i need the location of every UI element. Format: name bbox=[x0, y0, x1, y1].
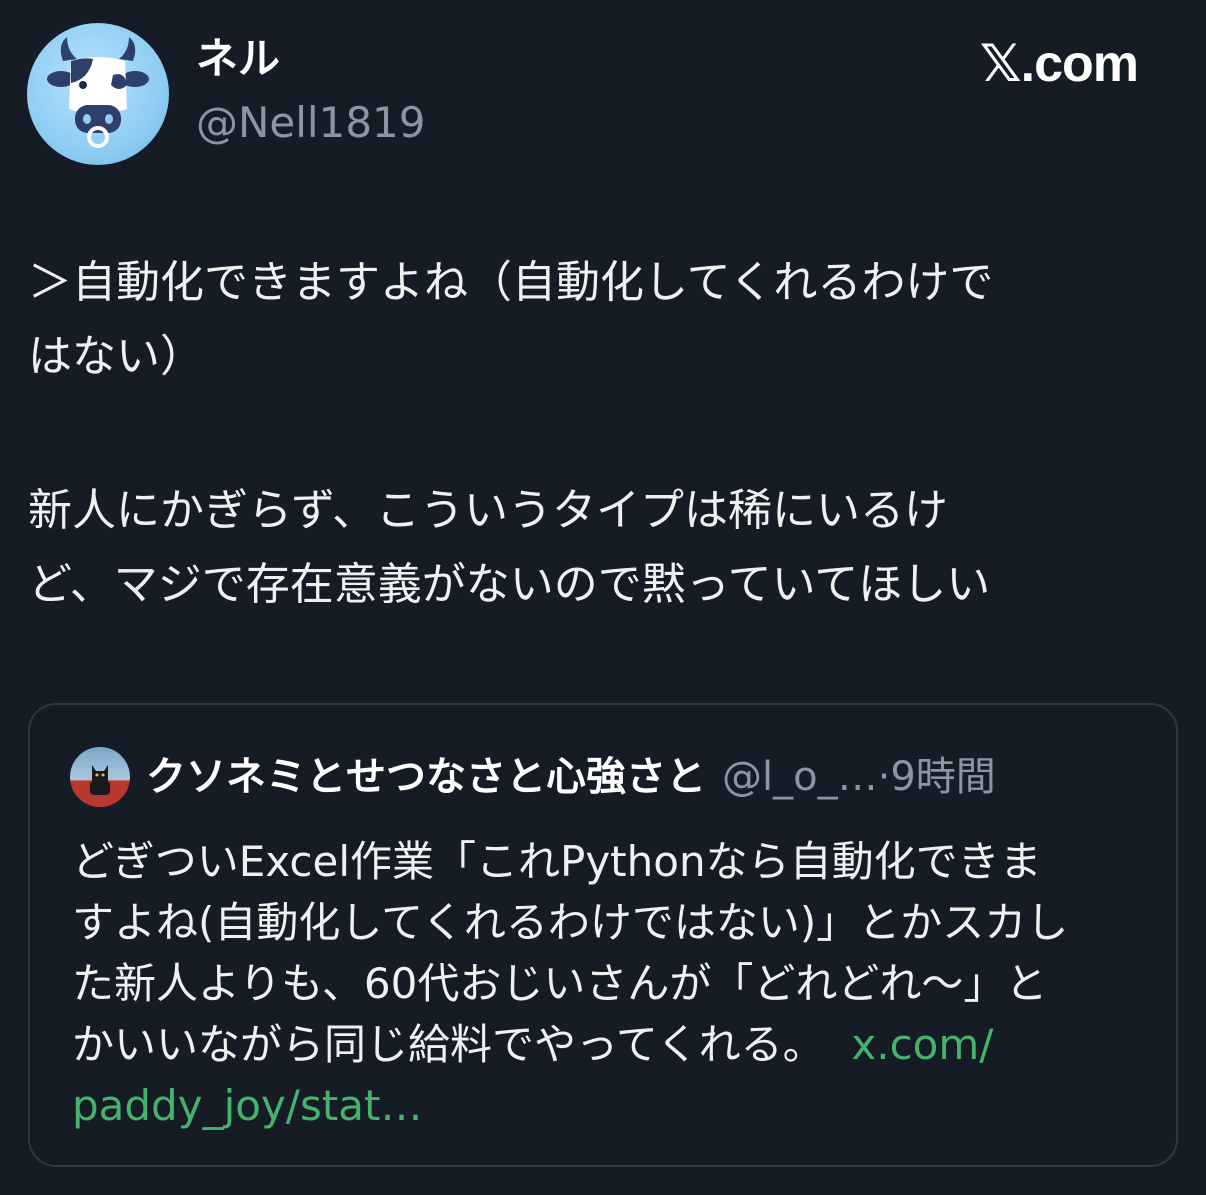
tweet-screenshot: ネル @Nell1819 𝕏.com ＞自動化できますよね（自動化してくれるわけ… bbox=[0, 0, 1206, 1195]
author-display-name[interactable]: ネル bbox=[196, 38, 280, 80]
cow-face-icon bbox=[47, 37, 149, 148]
author-handle[interactable]: @Nell1819 bbox=[196, 102, 425, 144]
quoted-avatar[interactable] bbox=[70, 747, 130, 807]
author-avatar[interactable] bbox=[27, 23, 169, 165]
quoted-display-name[interactable]: クソネミとせつなさと心強さと bbox=[146, 754, 706, 800]
quoted-separator: · bbox=[877, 754, 891, 800]
tweet-text: ＞自動化できますよね（自動化してくれるわけで はない） 新人にかぎらず、こういう… bbox=[28, 246, 1168, 622]
quoted-tweet-card[interactable]: クソネミとせつなさと心強さと @l_o_…·9時間 どぎついExcel作業「これP… bbox=[28, 703, 1178, 1167]
x-logo-text: 𝕏.com bbox=[979, 35, 1139, 93]
quoted-timestamp[interactable]: 9時間 bbox=[890, 754, 995, 800]
quoted-text-line: すよね(自動化してくれるわけではない)」とかスカし bbox=[72, 898, 1069, 947]
quoted-link-part-1[interactable]: x.com/ bbox=[851, 1020, 993, 1069]
cat-avatar-icon bbox=[70, 765, 130, 807]
quoted-text: どぎついExcel作業「これPythonなら自動化できま すよね(自動化してくれ… bbox=[72, 831, 1152, 1136]
quoted-text-line: どぎついExcel作業「これPythonなら自動化できま bbox=[72, 837, 1042, 886]
quoted-link-part-2[interactable]: paddy_joy/stat… bbox=[72, 1075, 1152, 1136]
quoted-text-line: かいいながら同じ給料でやってくれる。 bbox=[72, 1020, 825, 1069]
tweet-paragraph-1: ＞自動化できますよね（自動化してくれるわけで はない） bbox=[28, 257, 994, 382]
quoted-handle[interactable]: @l_o_… bbox=[722, 754, 878, 800]
quoted-header: クソネミとせつなさと心強さと @l_o_…·9時間 bbox=[146, 753, 1156, 801]
quoted-text-line: た新人よりも、60代おじいさんが「どれどれ〜」と bbox=[72, 959, 1048, 1008]
quoted-text-line-with-link: かいいながら同じ給料でやってくれる。 x.com/ bbox=[72, 1014, 1152, 1075]
tweet-paragraph-2: 新人にかぎらず、こういうタイプは稀にいるけ ど、マジで存在意義がないので黙ってい… bbox=[28, 485, 991, 610]
